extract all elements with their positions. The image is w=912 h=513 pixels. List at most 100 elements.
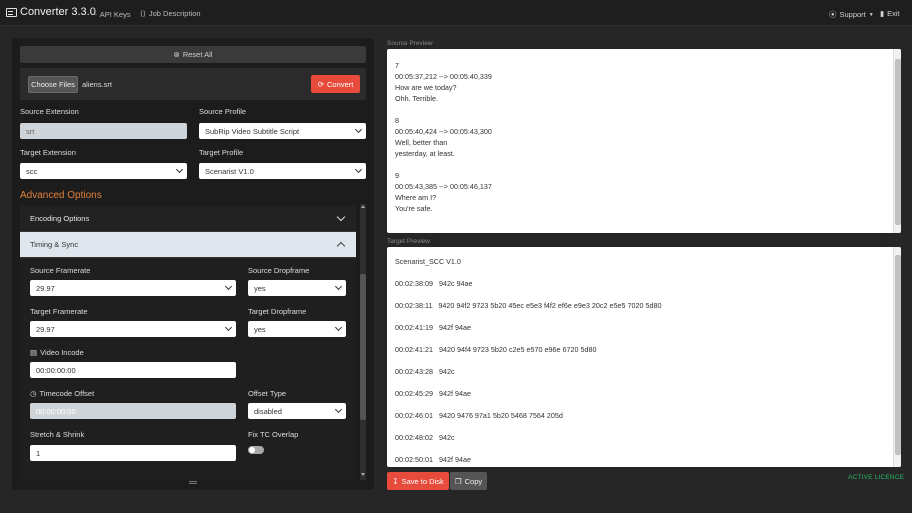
chevron-down-icon — [224, 282, 233, 291]
source-preview-scroll-thumb[interactable] — [895, 59, 901, 225]
support-label: Support — [839, 10, 866, 19]
target-preview-label: Target Preview — [387, 238, 430, 245]
chevron-down-icon — [334, 323, 343, 332]
target-line — [387, 267, 901, 278]
resize-handle[interactable] — [189, 481, 197, 484]
target-framerate-value: 29.97 — [36, 324, 55, 334]
convert-label: Convert — [327, 79, 354, 89]
source-line: 00:05:37,212 --> 00:05:40,339 — [395, 72, 492, 81]
options-scroll-thumb[interactable] — [360, 274, 366, 420]
stretch-shrink-input[interactable]: 1 — [30, 445, 236, 461]
target-line — [387, 333, 901, 344]
target-line — [387, 443, 901, 454]
source-dropframe-label: Source Dropframe — [248, 266, 310, 275]
convert-button[interactable]: ⟳ Convert — [311, 75, 360, 93]
timing-sync-body: Source Framerate 29.97 Source Dropframe … — [20, 258, 356, 480]
stretch-shrink-label: Stretch & Shrink — [30, 430, 85, 439]
source-extension-label: Source Extension — [20, 107, 79, 116]
chevron-down-icon — [336, 212, 346, 222]
timecode-offset-input: 00:00:00:00 — [30, 403, 236, 419]
copy-icon: ❐ — [454, 476, 462, 486]
code-icon: ⟨⟩ — [140, 9, 146, 18]
api-keys-link[interactable]: ⎯ API Keys — [93, 9, 131, 19]
choose-files-button[interactable]: Choose Files — [28, 76, 78, 93]
support-dropdown[interactable]: ⦿ Support ▼ — [829, 9, 874, 20]
options-panel: ⊗ Reset All Choose Files aliens.srt ⟳ Co… — [12, 38, 374, 490]
source-extension-input: srt — [20, 123, 187, 139]
target-preview-scroll-thumb[interactable] — [895, 255, 901, 455]
target-line: 00:02:45:29 942f 94ae — [395, 389, 471, 398]
source-preview-text: 7 00:05:37,212 --> 00:05:40,339 How are we… — [387, 60, 901, 214]
copy-button[interactable]: ❐ Copy — [450, 472, 487, 490]
target-extension-select[interactable]: scc — [20, 163, 187, 179]
target-profile-value: Scenarist V1.0 — [205, 166, 254, 176]
target-line — [387, 311, 901, 322]
key-icon: ⎯ — [93, 9, 97, 18]
target-extension-label: Target Extension — [20, 148, 76, 157]
source-dropframe-value: yes — [254, 283, 266, 293]
target-line — [387, 421, 901, 432]
offset-type-select[interactable]: disabled — [248, 403, 346, 419]
fix-tc-overlap-toggle[interactable] — [248, 446, 264, 454]
exit-icon: ▮ — [880, 9, 885, 18]
timing-sync-header[interactable]: Timing & Sync — [20, 232, 356, 258]
save-to-disk-label: Save to Disk — [401, 476, 444, 486]
app-brand[interactable]: Converter 3.3.0 — [6, 6, 96, 18]
exit-link[interactable]: ▮ Exit — [880, 9, 900, 18]
source-line: 9 — [395, 171, 399, 180]
target-profile-select[interactable]: Scenarist V1.0 — [199, 163, 366, 179]
source-preview-label: Source Preview — [387, 40, 433, 47]
chevron-down-icon — [334, 282, 343, 291]
source-framerate-select[interactable]: 29.97 — [30, 280, 236, 296]
source-line: 8 — [395, 116, 399, 125]
closed-captions-icon — [6, 7, 17, 17]
selected-file-name: aliens.srt — [82, 80, 113, 89]
encoding-options-label: Encoding Options — [30, 214, 90, 223]
target-line: Scenarist_SCC V1.0 — [395, 257, 461, 266]
source-profile-label: Source Profile — [199, 107, 247, 116]
target-line: 00:02:48:02 942c — [395, 433, 455, 442]
source-line: Well, better than — [395, 138, 448, 147]
exit-label: Exit — [887, 9, 900, 18]
timecode-offset-label: ◷ Timecode Offset — [30, 389, 94, 398]
source-line: Ohh. Terrible. — [395, 94, 439, 103]
target-dropframe-select[interactable]: yes — [248, 321, 346, 337]
reset-all-button[interactable]: ⊗ Reset All — [20, 46, 366, 63]
source-preview-scrollbar[interactable] — [893, 49, 901, 233]
encoding-options-header[interactable]: Encoding Options — [20, 206, 356, 232]
refresh-icon: ⟳ — [317, 79, 325, 89]
target-dropframe-label: Target Dropframe — [248, 307, 307, 316]
target-line: 00:02:46:01 9420 9476 97a1 5b20 5468 756… — [395, 411, 563, 420]
source-dropframe-select[interactable]: yes — [248, 280, 346, 296]
offset-type-value: disabled — [254, 406, 282, 416]
target-line: 00:02:38:09 942c 94ae — [395, 279, 473, 288]
target-extension-value: scc — [26, 166, 38, 176]
timing-sync-label: Timing & Sync — [30, 240, 79, 249]
source-line: You're safe. — [395, 204, 433, 213]
app-title: Converter 3.3.0 — [20, 6, 96, 18]
top-navbar: Converter 3.3.0 ⎯ API Keys ⟨⟩ Job Descri… — [0, 0, 912, 26]
scroll-up-icon[interactable] — [361, 205, 365, 208]
target-line: 00:02:50:01 942f 94ae — [395, 455, 471, 464]
lifebuoy-icon: ⦿ — [829, 10, 837, 19]
source-profile-select[interactable]: SubRip Video Subtitle Script — [199, 123, 366, 139]
source-line: How are we today? — [395, 83, 457, 92]
source-profile-value: SubRip Video Subtitle Script — [205, 126, 300, 136]
job-description-label: Job Description — [148, 9, 201, 18]
advanced-options-accordion: Encoding Options Timing & Sync Source Fr… — [20, 204, 360, 480]
target-preview-scrollbar[interactable] — [893, 247, 901, 467]
save-to-disk-button[interactable]: ↧ Save to Disk — [387, 472, 449, 490]
source-line: 7 — [395, 61, 399, 70]
source-preview-pane[interactable]: 7 00:05:37,212 --> 00:05:40,339 How are we… — [387, 49, 901, 233]
target-line: 00:02:41:21 9420 94f4 9723 5b20 c2e5 e57… — [395, 345, 597, 354]
target-line — [387, 377, 901, 388]
chevron-down-icon — [354, 125, 363, 134]
caret-down-icon: ▼ — [868, 11, 874, 18]
target-framerate-select[interactable]: 29.97 — [30, 321, 236, 337]
target-preview-pane[interactable]: Scenarist_SCC V1.0 00:02:38:09 942c 94ae… — [387, 247, 901, 467]
scroll-down-icon[interactable] — [361, 473, 365, 476]
source-framerate-label: Source Framerate — [30, 266, 91, 275]
video-incode-input[interactable]: 00:00:00:00 — [30, 362, 236, 378]
fix-tc-overlap-label: Fix TC Overlap — [248, 430, 299, 439]
job-description-link[interactable]: ⟨⟩ Job Description — [140, 9, 201, 18]
